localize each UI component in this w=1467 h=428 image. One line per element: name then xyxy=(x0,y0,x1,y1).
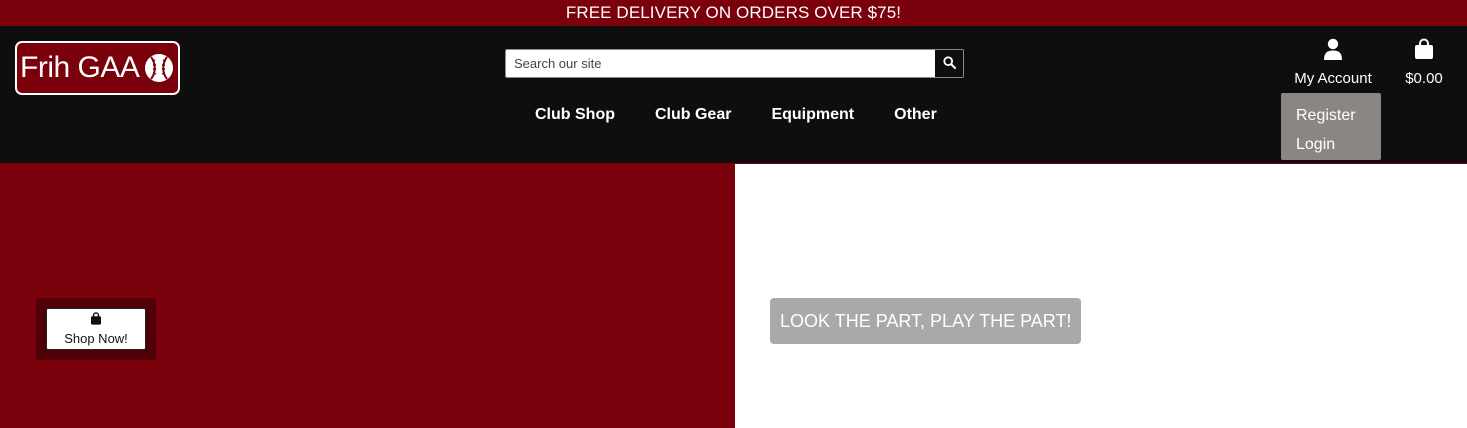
login-link[interactable]: Login xyxy=(1296,130,1381,159)
nav-club-shop[interactable]: Club Shop xyxy=(535,106,615,124)
search-button[interactable] xyxy=(934,50,963,77)
nav-other[interactable]: Other xyxy=(894,106,937,124)
search-icon xyxy=(942,55,956,72)
shop-now-label: Shop Now! xyxy=(64,331,128,346)
cart-link[interactable]: $0.00 xyxy=(1398,38,1450,88)
main-nav: Club Shop Club Gear Equipment Other xyxy=(535,106,977,124)
register-link[interactable]: Register xyxy=(1296,101,1381,130)
shopping-bag-icon xyxy=(90,312,102,330)
cart-total: $0.00 xyxy=(1405,70,1443,87)
hero-tagline: LOOK THE PART, PLAY THE PART! xyxy=(770,298,1082,344)
sliotar-icon xyxy=(145,54,174,82)
nav-club-gear[interactable]: Club Gear xyxy=(655,106,731,124)
nav-equipment[interactable]: Equipment xyxy=(771,106,854,124)
delivery-banner: FREE DELIVERY ON ORDERS OVER $75! xyxy=(0,0,1467,26)
account-dropdown: Register Login xyxy=(1281,93,1381,160)
banner-text: FREE DELIVERY ON ORDERS OVER $75! xyxy=(565,3,902,22)
shopping-bag-icon xyxy=(1414,38,1434,65)
site-header: Frih GAA Club Shop Club Gear Equipme xyxy=(0,26,1467,164)
user-icon xyxy=(1323,38,1343,65)
shop-now-frame: Shop Now! xyxy=(36,298,156,360)
search-bar xyxy=(505,49,964,78)
my-account-link[interactable]: My Account xyxy=(1285,38,1381,88)
hero-right-panel: LOOK THE PART, PLAY THE PART! xyxy=(735,164,1467,428)
my-account-label: My Account xyxy=(1294,70,1372,87)
hero-left-panel: Shop Now! xyxy=(0,164,735,428)
shop-now-button[interactable]: Shop Now! xyxy=(46,308,146,350)
site-logo[interactable]: Frih GAA xyxy=(15,41,180,95)
search-input[interactable] xyxy=(506,50,934,77)
logo-text: Frih GAA xyxy=(20,51,140,84)
